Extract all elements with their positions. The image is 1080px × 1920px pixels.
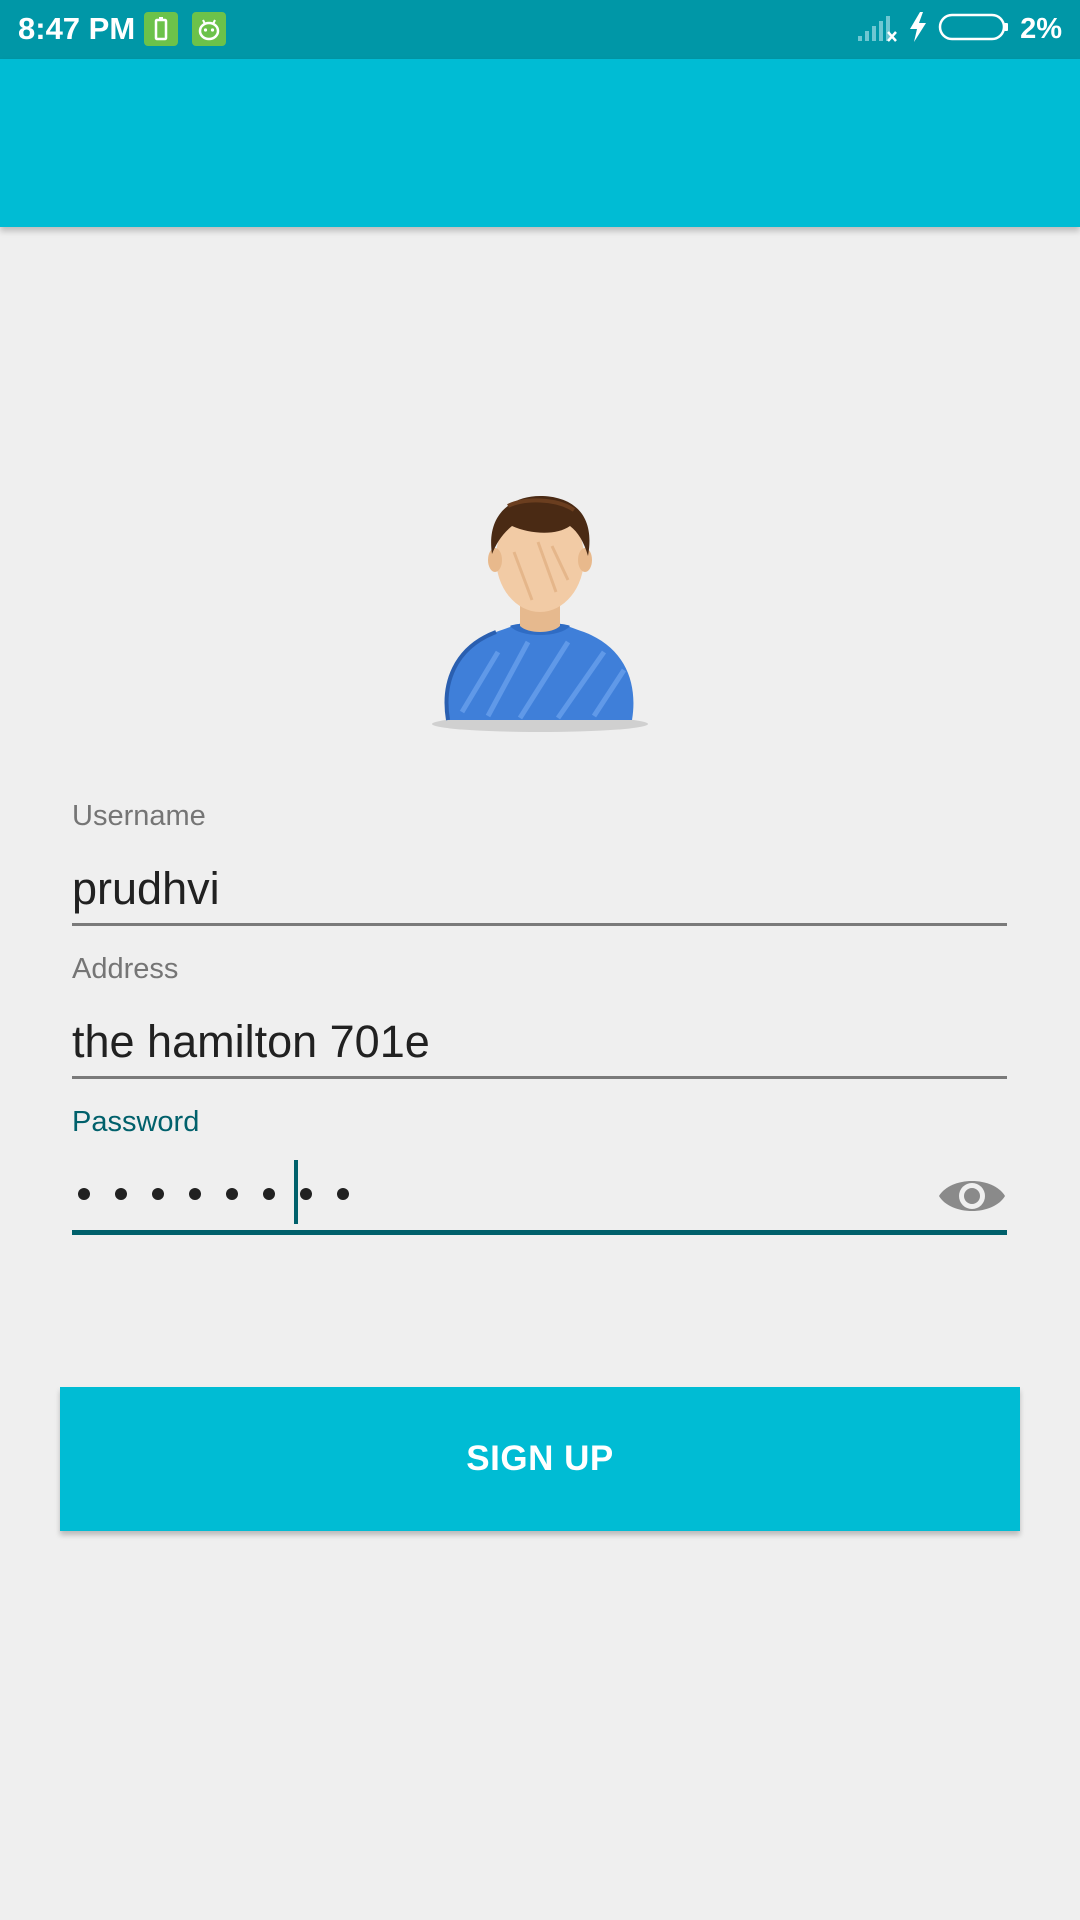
user-avatar-icon: [428, 492, 652, 736]
status-right-group: 2%: [856, 9, 1062, 49]
address-input[interactable]: the hamilton 701e: [72, 1014, 430, 1070]
status-time: 8:47 PM: [18, 11, 136, 46]
signal-off-icon: [856, 10, 900, 49]
android-notification-icon: [192, 12, 226, 46]
password-label: Password: [72, 1106, 200, 1138]
battery-percent: 2%: [1020, 12, 1062, 45]
battery-icon: [938, 12, 1010, 47]
password-mask-dot: [78, 1188, 90, 1200]
username-label: Username: [72, 800, 206, 832]
address-label: Address: [72, 953, 179, 985]
password-mask-dot: [337, 1188, 349, 1200]
password-mask-dot: [300, 1188, 312, 1200]
eye-icon[interactable]: [937, 1172, 1007, 1220]
battery-notification-icon: [144, 12, 178, 46]
password-mask-dot: [115, 1188, 127, 1200]
password-mask-dot: [189, 1188, 201, 1200]
charging-bolt-icon: [906, 10, 930, 49]
app-bar: [0, 59, 1080, 227]
signup-button[interactable]: SIGN UP: [60, 1387, 1020, 1531]
password-mask-dot: [263, 1188, 275, 1200]
signup-screen: 8:47 PM 2% Username prudhvi Address the …: [0, 0, 1080, 1920]
password-input[interactable]: [78, 1178, 374, 1210]
text-cursor: [294, 1160, 298, 1224]
status-bar: 8:47 PM 2%: [0, 0, 1080, 59]
address-underline: [72, 1076, 1007, 1079]
password-mask-dot: [152, 1188, 164, 1200]
password-mask-dot: [226, 1188, 238, 1200]
password-underline: [72, 1230, 1007, 1235]
username-input[interactable]: prudhvi: [72, 861, 220, 917]
username-underline: [72, 923, 1007, 926]
